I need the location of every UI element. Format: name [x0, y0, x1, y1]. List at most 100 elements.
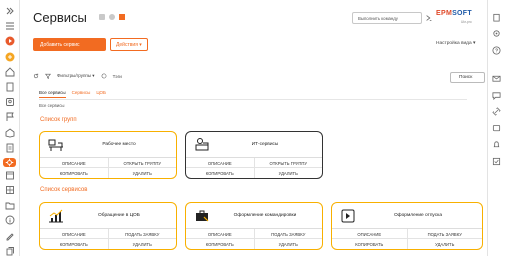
alert-icon[interactable]: [4, 127, 15, 138]
card-title: Обращение в ЦОБ: [98, 213, 140, 218]
delete-button[interactable]: УДАЛИТЬ: [107, 239, 177, 249]
tabs-divider: [39, 99, 467, 100]
settings-icon[interactable]: [492, 29, 502, 39]
vacation-icon: [341, 209, 355, 223]
card-title: Оформление командировки: [233, 213, 297, 218]
mail-icon[interactable]: [492, 74, 502, 84]
delete-button[interactable]: УДАЛИТЬ: [107, 168, 177, 178]
view-settings-button[interactable]: Настройка вида ▾: [436, 41, 475, 46]
grid-icon[interactable]: [4, 185, 15, 195]
play-icon[interactable]: [4, 36, 15, 46]
description-button[interactable]: ОПИСАНИЕ: [186, 229, 254, 238]
clipboard-icon[interactable]: [492, 12, 502, 22]
services-icon[interactable]: [3, 157, 16, 167]
logo-soft: SOFT: [452, 10, 472, 17]
copy-icon[interactable]: [4, 246, 15, 256]
chat-icon[interactable]: [492, 90, 502, 100]
search-button[interactable]: Поиск: [450, 72, 485, 83]
menu-icon[interactable]: [4, 21, 15, 31]
group-card-workplace[interactable]: Рабочее место ОПИСАНИЕ ОТКРЫТЬ ГРУППУ КО…: [39, 131, 177, 179]
card-header: Оформление командировки: [186, 203, 322, 229]
card-actions-row: ОПИСАНИЕ ОТКРЫТЬ ГРУППУ: [40, 158, 176, 168]
submit-request-button[interactable]: ПОДАТЬ ЗАЯВКУ: [253, 229, 323, 238]
tab-bar: Все сервисы Сервисы ЦОБ: [39, 90, 106, 98]
service-card-cob-request[interactable]: Обращение в ЦОБ ОПИСАНИЕ ПОДАТЬ ЗАЯВКУ К…: [39, 202, 177, 250]
user-card-icon[interactable]: [4, 97, 15, 107]
pencil-icon[interactable]: [4, 231, 15, 241]
logo-main: EPM: [436, 10, 453, 17]
run-command-icon[interactable]: [425, 14, 433, 22]
card-title: Рабочее место: [102, 142, 136, 147]
add-service-button[interactable]: Добавить сервис: [33, 38, 106, 51]
info-icon[interactable]: [4, 215, 15, 225]
logo-subtitle: Ukr-pro: [461, 20, 472, 24]
left-sidebar: [0, 0, 20, 256]
bell-icon[interactable]: [492, 140, 502, 150]
flag-icon[interactable]: [4, 112, 15, 122]
page-title: Сервисы: [33, 10, 87, 25]
description-button[interactable]: ОПИСАНИЕ: [186, 158, 254, 167]
service-card-vacation[interactable]: Оформление отпуска ОПИСАНИЕ ПОДАТЬ ЗАЯВК…: [331, 202, 483, 250]
filter-icon[interactable]: [45, 73, 51, 79]
right-sidebar: [487, 0, 505, 256]
tab-cob[interactable]: ЦОБ: [96, 90, 106, 98]
document-list-icon[interactable]: [4, 143, 15, 153]
card-actions-row: КОПИРОВАТЬ УДАЛИТЬ: [186, 239, 322, 249]
home-icon[interactable]: [4, 67, 15, 77]
card-actions-row: ОПИСАНИЕ ПОДАТЬ ЗАЯВКУ: [186, 229, 322, 239]
grid-view-icon[interactable]: [119, 14, 125, 20]
card-header: Обращение в ЦОБ: [40, 203, 176, 229]
comment-icon[interactable]: [492, 123, 502, 133]
actions-button[interactable]: Действия ▾: [110, 38, 148, 51]
card-actions-row: ОПИСАНИЕ ПОДАТЬ ЗАЯВКУ: [40, 229, 176, 239]
open-group-button[interactable]: ОТКРЫТЬ ГРУППУ: [107, 158, 177, 167]
copy-button[interactable]: КОПИРОВАТЬ: [186, 239, 254, 249]
task-icon[interactable]: [492, 156, 502, 166]
group-card-it-services[interactable]: ИТ-сервисы ОПИСАНИЕ ОТКРЫТЬ ГРУППУ КОПИР…: [185, 131, 323, 179]
calendar-icon[interactable]: [4, 170, 15, 180]
delete-button[interactable]: УДАЛИТЬ: [253, 239, 323, 249]
groups-section-title: Список групп: [40, 117, 77, 123]
description-button[interactable]: ОПИСАНИЕ: [40, 158, 108, 167]
submit-request-button[interactable]: ПОДАТЬ ЗАЯВКУ: [107, 229, 177, 238]
card-header: Оформление отпуска: [332, 203, 482, 229]
link-icon[interactable]: [492, 107, 502, 117]
desk-icon: [48, 139, 63, 151]
folder-icon[interactable]: [4, 200, 15, 210]
document-icon[interactable]: [4, 82, 15, 92]
star-icon[interactable]: [99, 14, 105, 20]
card-title: ИТ-сервисы: [251, 142, 279, 147]
copy-button[interactable]: КОПИРОВАТЬ: [332, 239, 407, 249]
card-actions-row: КОПИРОВАТЬ УДАЛИТЬ: [332, 239, 482, 249]
title-tools: [99, 14, 125, 20]
description-button[interactable]: ОПИСАНИЕ: [40, 229, 108, 238]
copy-button[interactable]: КОПИРОВАТЬ: [186, 168, 254, 178]
service-card-business-trip[interactable]: Оформление командировки ОПИСАНИЕ ПОДАТЬ …: [185, 202, 323, 250]
help-icon[interactable]: [492, 45, 502, 55]
open-group-button[interactable]: ОТКРЫТЬ ГРУППУ: [253, 158, 323, 167]
card-actions-row: КОПИРОВАТЬ УДАЛИТЬ: [186, 168, 322, 178]
copy-button[interactable]: КОПИРОВАТЬ: [40, 168, 108, 178]
tag-icon[interactable]: [101, 73, 107, 79]
gear-icon[interactable]: [109, 14, 115, 20]
breadcrumb: Все сервисы: [39, 103, 65, 108]
tab-all-services[interactable]: Все сервисы: [39, 90, 66, 98]
tab-services[interactable]: Сервисы: [72, 90, 91, 98]
growth-chart-icon: [49, 209, 63, 223]
copy-button[interactable]: КОПИРОВАТЬ: [40, 239, 108, 249]
filters-dropdown[interactable]: Фильтры/группы ▾: [57, 73, 95, 79]
expand-icon[interactable]: [4, 6, 15, 16]
add-icon[interactable]: [4, 52, 15, 62]
submit-request-button[interactable]: ПОДАТЬ ЗАЯВКУ: [406, 229, 483, 238]
it-worker-icon: [195, 138, 209, 151]
card-actions-row: ОПИСАНИЕ ПОДАТЬ ЗАЯВКУ: [332, 229, 482, 239]
command-input[interactable]: Выполнить команду: [352, 12, 422, 24]
card-header: Рабочее место: [40, 132, 176, 158]
delete-button[interactable]: УДАЛИТЬ: [406, 239, 483, 249]
refresh-icon[interactable]: [33, 73, 39, 79]
card-title: Оформление отпуска: [393, 213, 443, 218]
card-actions-row: КОПИРОВАТЬ УДАЛИТЬ: [40, 168, 176, 178]
tags-filter[interactable]: Тэги: [113, 74, 122, 79]
delete-button[interactable]: УДАЛИТЬ: [253, 168, 323, 178]
description-button[interactable]: ОПИСАНИЕ: [332, 229, 407, 238]
